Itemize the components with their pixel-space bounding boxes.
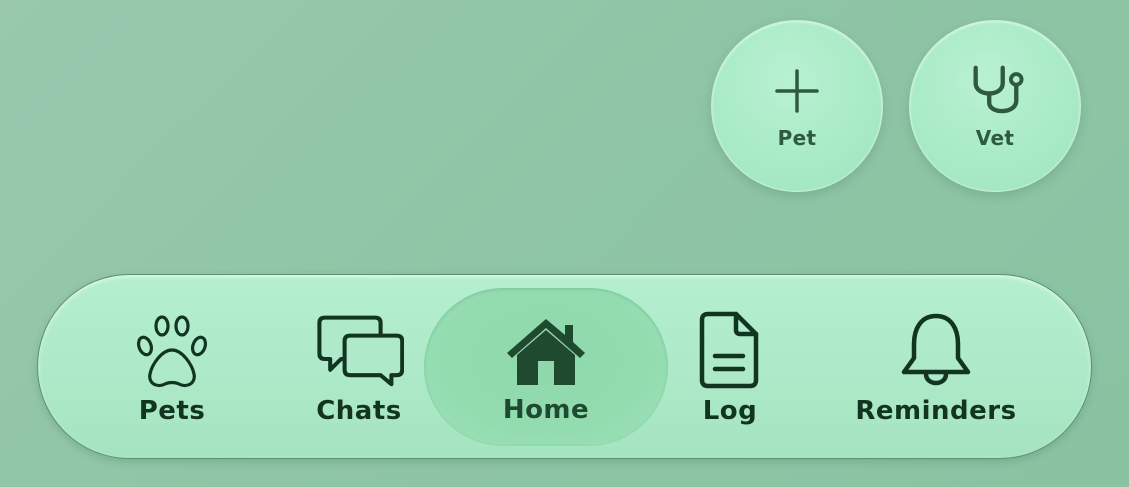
tab-home-label: Home	[502, 395, 590, 425]
paw-icon	[127, 310, 217, 390]
document-icon	[685, 310, 775, 390]
add-pet-label: Pet	[777, 126, 817, 150]
tab-pets[interactable]: Pets	[102, 275, 242, 460]
tab-reminders[interactable]: Reminders	[846, 275, 1026, 460]
vet-button[interactable]: Vet	[909, 20, 1081, 192]
tab-pets-label: Pets	[138, 395, 206, 426]
tab-log[interactable]: Log	[660, 275, 800, 460]
tab-chats-label: Chats	[316, 395, 402, 426]
stethoscope-icon	[966, 62, 1024, 120]
vet-label: Vet	[975, 126, 1015, 150]
house-icon	[501, 309, 591, 389]
chat-bubbles-icon	[314, 310, 404, 390]
tab-chats[interactable]: Chats	[289, 275, 429, 460]
plus-icon	[768, 62, 826, 120]
add-pet-button[interactable]: Pet	[711, 20, 883, 192]
tab-reminders-label: Reminders	[855, 395, 1017, 426]
tab-home[interactable]: Home	[424, 288, 668, 446]
bell-icon	[891, 310, 981, 390]
tab-log-label: Log	[702, 395, 758, 426]
bottom-tab-bar: Pets Chats Home Log Reminders	[37, 274, 1092, 459]
